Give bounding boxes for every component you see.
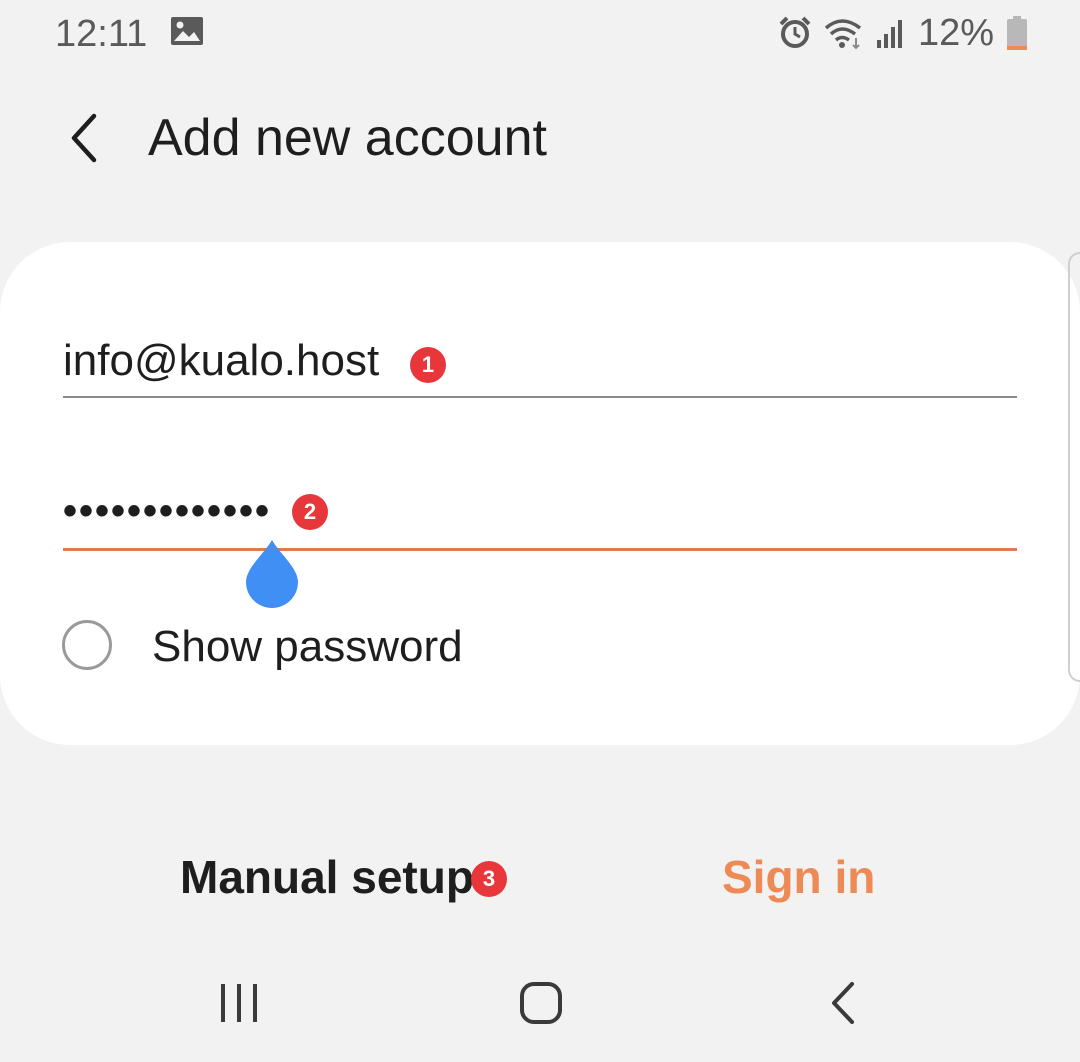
recent-apps-icon[interactable] [214, 980, 264, 1026]
signal-icon [876, 20, 902, 48]
manual-setup-button[interactable]: Manual setup [180, 848, 474, 906]
email-value: info@kualo.host [63, 336, 380, 385]
back-icon[interactable] [826, 980, 862, 1026]
back-button[interactable] [60, 108, 112, 168]
status-time: 12:11 [55, 13, 148, 55]
password-value: ••••••••••••• [63, 489, 272, 533]
alarm-icon [779, 16, 811, 48]
text-cursor-handle[interactable] [244, 538, 300, 608]
home-icon[interactable] [516, 980, 566, 1026]
scroll-edge-indicator [1068, 252, 1080, 682]
wifi-icon [824, 19, 862, 50]
step-badge-3: 3 [471, 861, 507, 897]
show-password-label[interactable]: Show password [152, 618, 463, 676]
sign-in-button[interactable]: Sign in [722, 848, 875, 906]
battery-percent: 12% [917, 12, 994, 54]
step-badge-1: 1 [410, 347, 446, 383]
page-title: Add new account [148, 109, 547, 167]
step-badge-2: 2 [292, 494, 328, 530]
status-icons: 12% [778, 10, 1028, 56]
battery-icon [1007, 16, 1027, 50]
image-icon [171, 17, 203, 45]
password-field[interactable]: ••••••••••••• [63, 480, 1017, 551]
email-field[interactable]: info@kualo.host [63, 330, 1017, 398]
show-password-radio[interactable] [62, 620, 112, 670]
